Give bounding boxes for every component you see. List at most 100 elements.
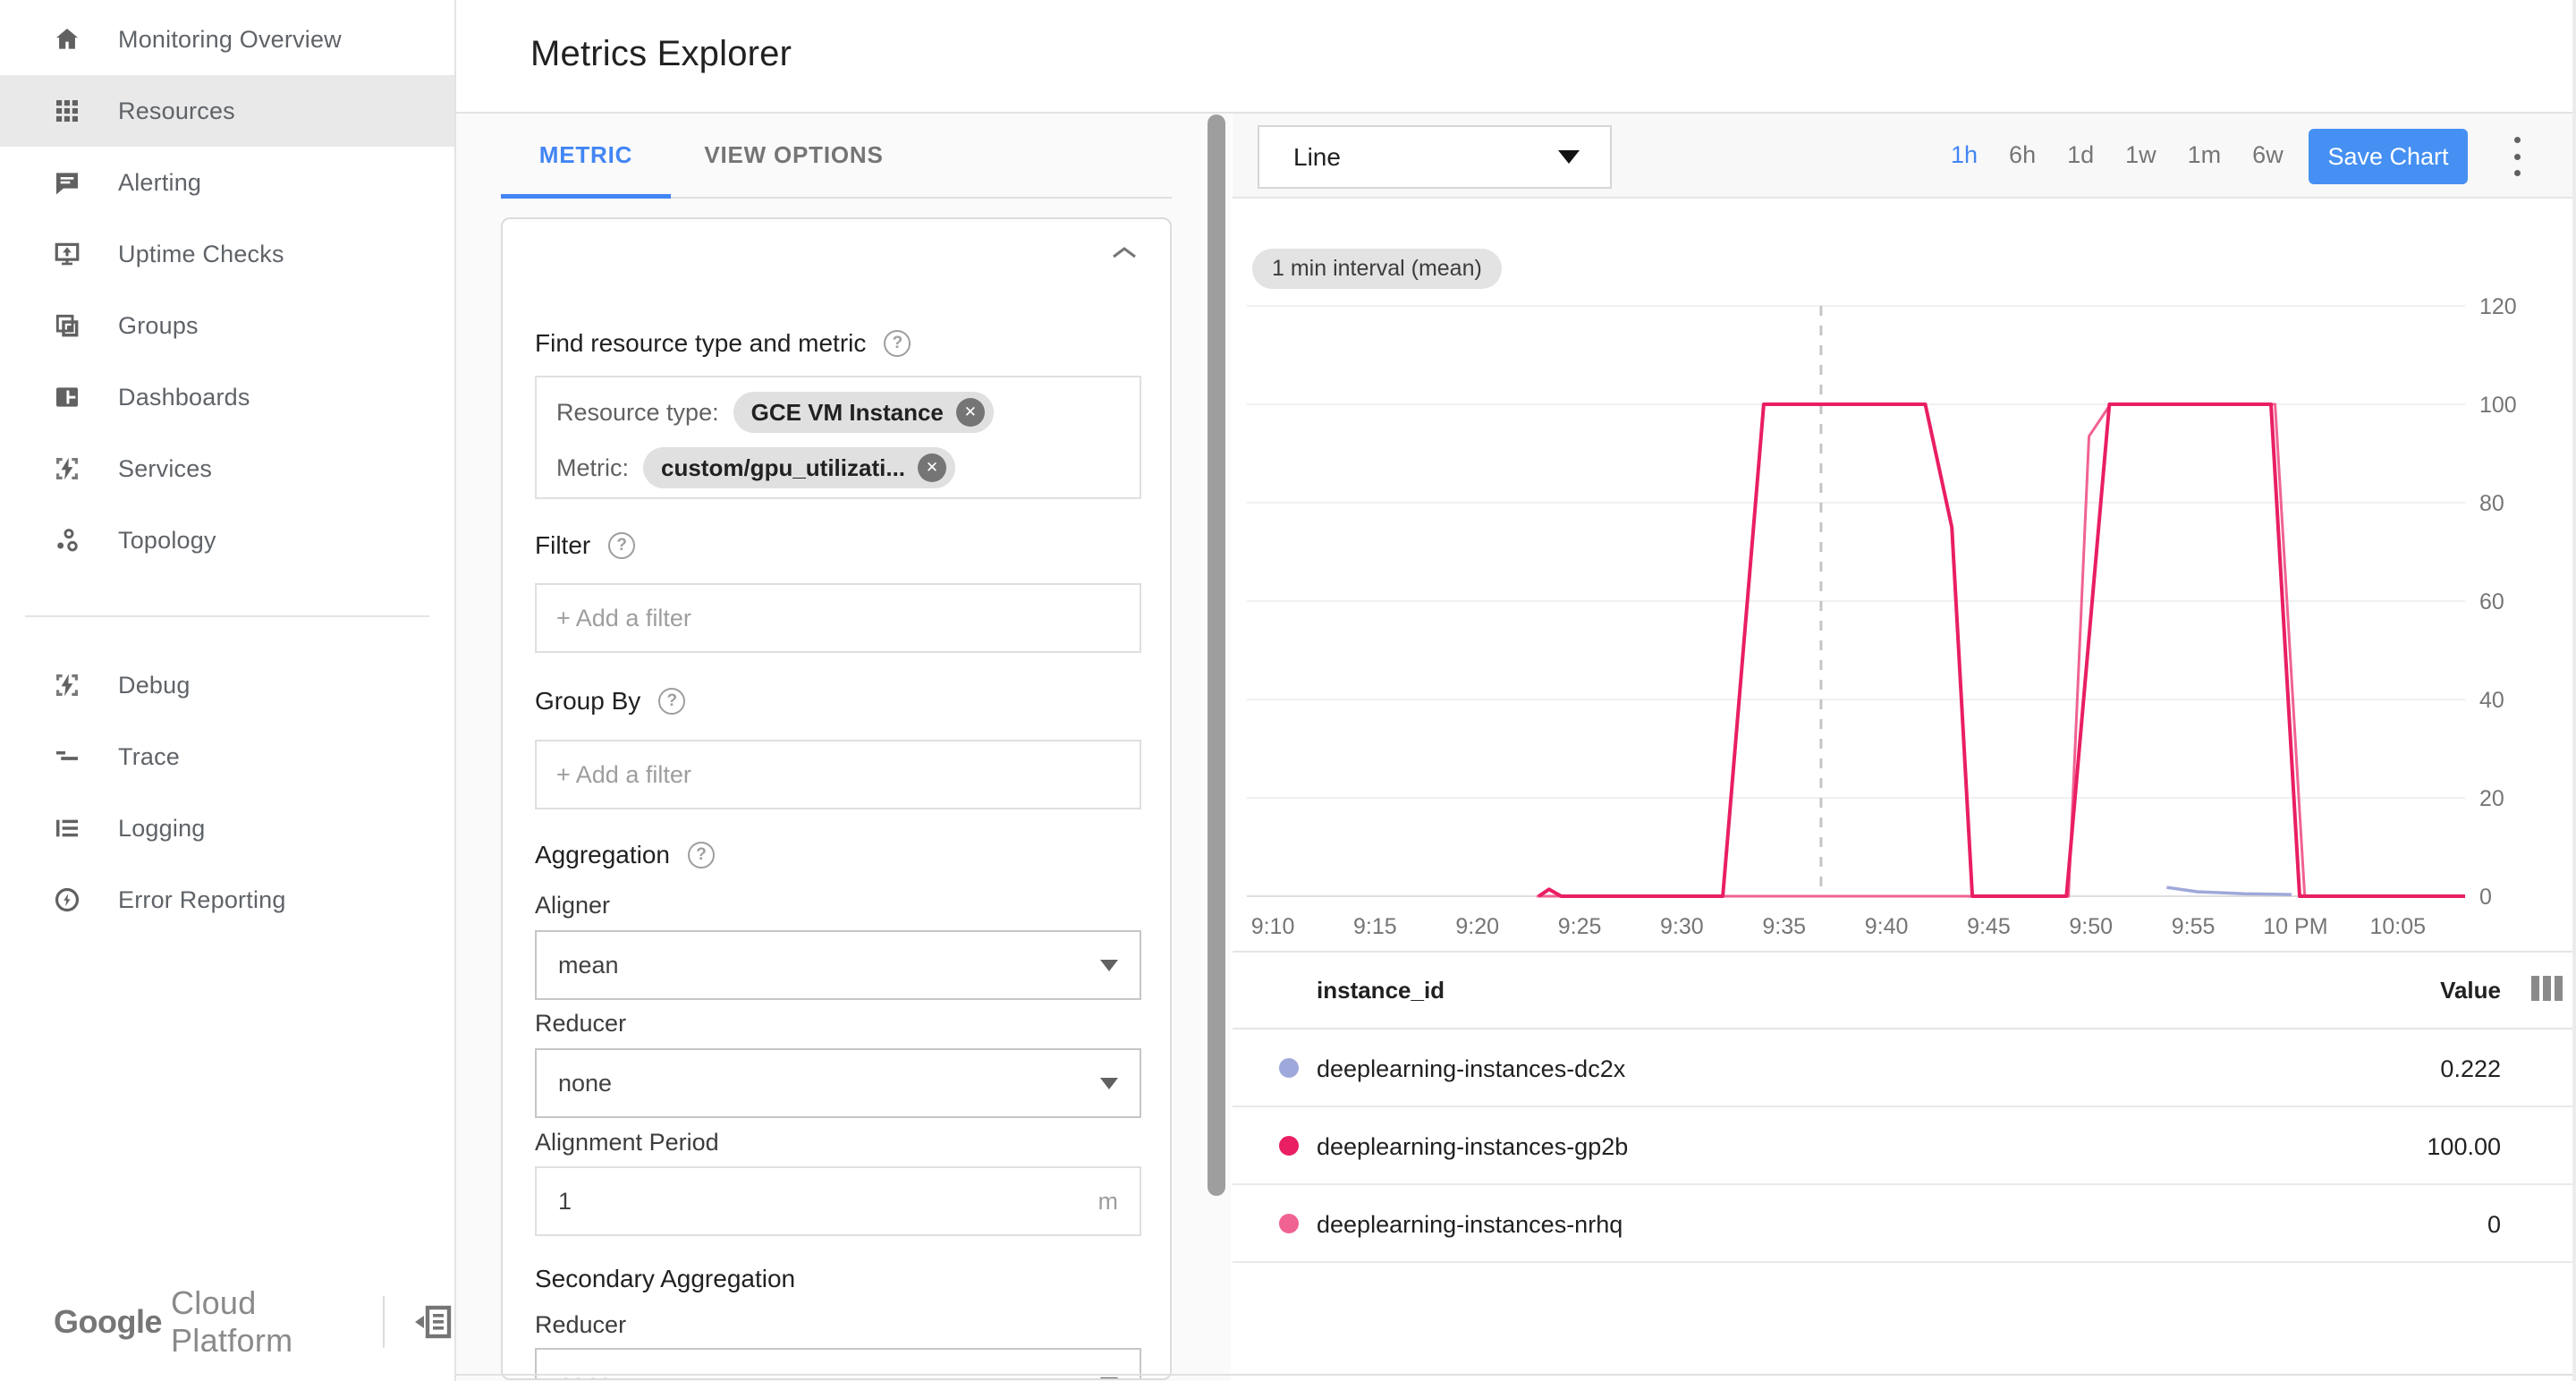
- active-tab-underline: [501, 194, 671, 199]
- remove-metric-chip-icon[interactable]: ✕: [918, 453, 947, 482]
- home-icon: [52, 24, 82, 55]
- sidebar-item-alerting[interactable]: Alerting: [0, 147, 454, 218]
- tab-metric[interactable]: METRIC: [501, 114, 671, 197]
- reducer-label: Reducer: [535, 1010, 627, 1037]
- chart-toolbar: Line 1h 6h 1d 1w 1m 6w Save Chart: [1233, 114, 2576, 199]
- range-6w[interactable]: 6w: [2252, 141, 2284, 169]
- timeseries-chart[interactable]: 0 20 40 60 80 100 120 9:10 9:15 9:20 9:25 9:30 9:35 9…: [1233, 199, 2576, 951]
- aligner-select[interactable]: mean: [535, 930, 1141, 1000]
- apps-grid-icon: [52, 96, 82, 126]
- more-options-kebab-icon[interactable]: [2506, 135, 2528, 178]
- google-logo: Google: [54, 1303, 163, 1340]
- metrics-explorer-app: Monitoring Overview Resources Alerting U…: [0, 0, 2576, 1381]
- trace-bars-icon: [52, 741, 82, 772]
- chevron-down-icon: [1100, 959, 1118, 971]
- svg-text:9:55: 9:55: [2172, 914, 2216, 939]
- help-icon[interactable]: ?: [658, 688, 686, 715]
- page-title: Metrics Explorer: [530, 34, 792, 73]
- sidebar-item-error-reporting[interactable]: Error Reporting: [0, 864, 454, 936]
- series-color-dot: [1279, 1058, 1299, 1078]
- remove-resource-chip-icon[interactable]: ✕: [955, 398, 985, 427]
- svg-text:9:45: 9:45: [1967, 914, 2011, 939]
- collapse-card-chevron-up-icon[interactable]: [1109, 244, 1140, 267]
- svg-text:10:05: 10:05: [2369, 914, 2426, 939]
- dashboards-icon: [52, 382, 82, 412]
- range-1h[interactable]: 1h: [1951, 141, 1978, 169]
- alignment-period-input[interactable]: 1 m: [535, 1166, 1141, 1236]
- range-6h[interactable]: 6h: [2009, 141, 2036, 169]
- sidebar-item-logging[interactable]: Logging: [0, 792, 454, 864]
- metric-config-panel: METRIC VIEW OPTIONS Find resource type a…: [456, 114, 1231, 1381]
- error-reporting-icon: [52, 885, 82, 915]
- collapse-panel-icon[interactable]: [410, 1302, 454, 1342]
- header: Metrics Explorer: [456, 0, 2576, 114]
- svg-text:9:40: 9:40: [1865, 914, 1909, 939]
- legend-col-instance-id: instance_id: [1317, 977, 1445, 1004]
- sidebar-item-monitoring-overview[interactable]: Monitoring Overview: [0, 4, 454, 75]
- svg-text:100: 100: [2479, 393, 2517, 418]
- logging-list-icon: [52, 813, 82, 843]
- sidebar-item-uptime-checks[interactable]: Uptime Checks: [0, 218, 454, 290]
- sidebar-item-trace[interactable]: Trace: [0, 721, 454, 792]
- sidebar-item-debug[interactable]: Debug: [0, 649, 454, 721]
- sidebar-item-groups[interactable]: Groups: [0, 290, 454, 361]
- metric-chip[interactable]: custom/gpu_utilizati... ✕: [643, 447, 956, 488]
- svg-text:120: 120: [2479, 294, 2517, 319]
- help-icon[interactable]: ?: [884, 330, 911, 357]
- svg-text:9:25: 9:25: [1558, 914, 1602, 939]
- metric-row: Metric: custom/gpu_utilizati... ✕: [556, 447, 956, 488]
- legend-row-gp2b[interactable]: deeplearning-instances-gp2b 100.00: [1233, 1107, 2576, 1185]
- help-icon[interactable]: ?: [608, 532, 636, 559]
- value-columns-icon[interactable]: [2531, 976, 2563, 1005]
- svg-text:0: 0: [2479, 885, 2492, 910]
- resource-type-chip[interactable]: GCE VM Instance ✕: [733, 392, 994, 433]
- sidebar-footer: Google Cloud Platform: [54, 1284, 454, 1359]
- filter-section-heading: Filter ?: [535, 526, 636, 565]
- alignment-period-unit: m: [1097, 1187, 1119, 1215]
- svg-text:9:35: 9:35: [1762, 914, 1806, 939]
- chevron-down-icon: [1558, 150, 1580, 164]
- debug-bolt-icon: [52, 670, 82, 700]
- sidebar-item-dashboards[interactable]: Dashboards: [0, 361, 454, 433]
- secondary-aggregation-heading: Secondary Aggregation: [535, 1265, 796, 1292]
- range-1d[interactable]: 1d: [2067, 141, 2094, 169]
- chart-panel: Line 1h 6h 1d 1w 1m 6w Save Chart 1 min …: [1233, 114, 2576, 1381]
- svg-text:9:50: 9:50: [2069, 914, 2113, 939]
- find-resource-section-heading: Find resource type and metric ?: [535, 324, 911, 363]
- sidebar-item-services[interactable]: Services: [0, 433, 454, 504]
- chart-type-select[interactable]: Line: [1258, 125, 1612, 189]
- filter-input[interactable]: + Add a filter: [535, 583, 1141, 653]
- aggregation-section-heading: Aggregation ?: [535, 835, 716, 875]
- sidebar-item-topology[interactable]: Topology: [0, 504, 454, 576]
- svg-text:40: 40: [2479, 688, 2504, 713]
- svg-text:9:10: 9:10: [1251, 914, 1295, 939]
- svg-text:60: 60: [2479, 589, 2504, 614]
- legend-row-nrhq[interactable]: deeplearning-instances-nrhq 0: [1233, 1185, 2576, 1263]
- reducer-select[interactable]: none: [535, 1048, 1141, 1118]
- svg-text:10 PM: 10 PM: [2263, 914, 2327, 939]
- viewport-bottom-border: [456, 1374, 2576, 1376]
- legend-header: instance_id Value: [1233, 953, 2576, 1029]
- legend-table: instance_id Value deeplearning-instances…: [1233, 951, 2576, 1381]
- range-1w[interactable]: 1w: [2125, 141, 2157, 169]
- range-1m[interactable]: 1m: [2188, 141, 2222, 169]
- series-color-dot: [1279, 1136, 1299, 1156]
- save-chart-button[interactable]: Save Chart: [2309, 129, 2468, 184]
- time-range-group: 1h 6h 1d 1w 1m 6w: [1951, 114, 2284, 197]
- uptime-monitor-icon: [52, 239, 82, 269]
- panel-scrollbar[interactable]: [1208, 114, 1225, 1196]
- tab-view-options[interactable]: VIEW OPTIONS: [693, 114, 894, 197]
- svg-text:9:30: 9:30: [1660, 914, 1704, 939]
- topology-icon: [52, 525, 82, 555]
- sidebar-item-resources[interactable]: Resources: [0, 75, 454, 147]
- group-by-input[interactable]: + Add a filter: [535, 740, 1141, 809]
- group-by-section-heading: Group By ?: [535, 682, 686, 721]
- sidebar-divider: [25, 615, 429, 617]
- secondary-reducer-label: Reducer: [535, 1311, 627, 1338]
- sidebar: Monitoring Overview Resources Alerting U…: [0, 0, 456, 1381]
- services-bolt-icon: [52, 453, 82, 484]
- alignment-period-label: Alignment Period: [535, 1129, 719, 1156]
- help-icon[interactable]: ?: [688, 842, 716, 868]
- legend-row-dc2x[interactable]: deeplearning-instances-dc2x 0.222: [1233, 1029, 2576, 1107]
- aligner-label: Aligner: [535, 892, 611, 919]
